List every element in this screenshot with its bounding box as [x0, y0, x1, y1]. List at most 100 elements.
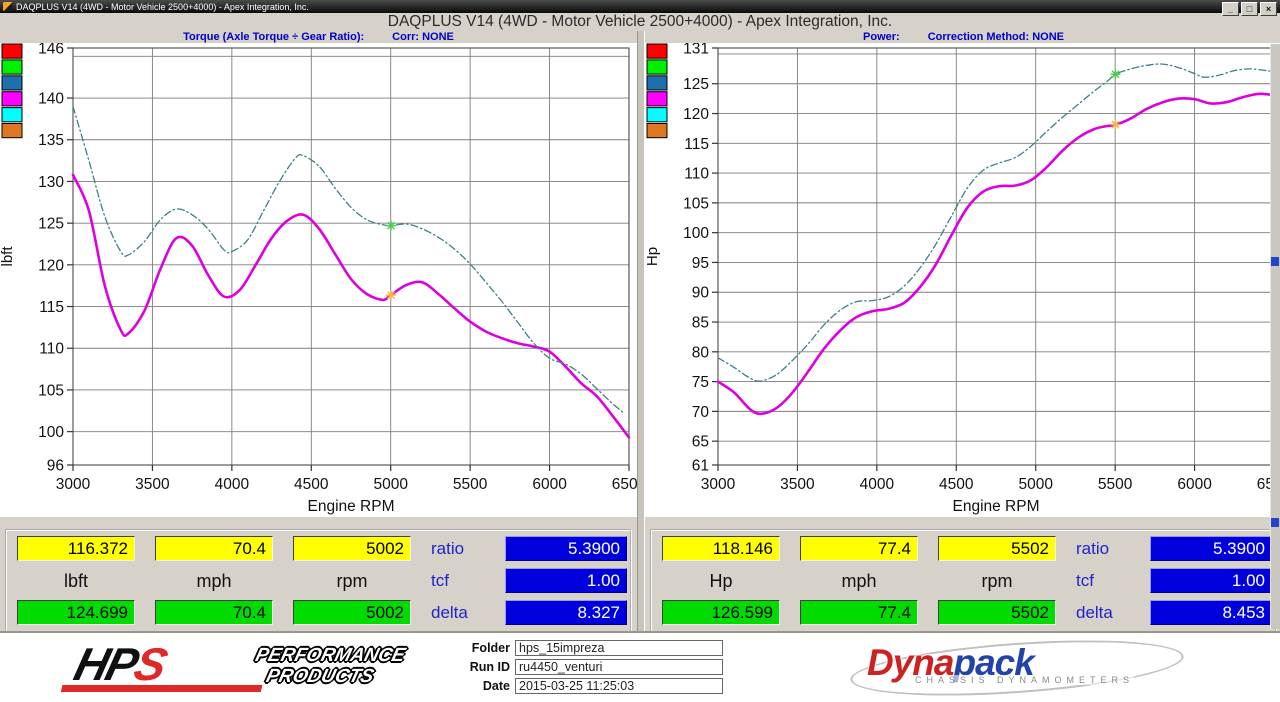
- run-info-fields: Folder Run ID Date: [440, 640, 723, 697]
- y-tick-label: 120: [38, 257, 64, 274]
- reference-value-box[interactable]: 126.599: [662, 600, 780, 625]
- cursor-marker: [1110, 120, 1120, 130]
- reference-value-box[interactable]: 5002: [293, 600, 411, 625]
- legend-swatch-6[interactable]: [647, 124, 667, 138]
- cursor-value-box[interactable]: 70.4: [155, 536, 273, 561]
- field-input-folder[interactable]: [515, 640, 723, 656]
- document-heading: DAQPLUS V14 (4WD - Motor Vehicle 2500+40…: [0, 13, 1280, 29]
- unit-label: rpm: [293, 571, 411, 592]
- y-axis-label: Hp: [645, 247, 661, 266]
- power-chart[interactable]: 1311251201151101051009590858075706561300…: [645, 43, 1280, 517]
- background-window-edge: [1270, 44, 1280, 629]
- stat-value-ratio[interactable]: 5.3900: [1150, 536, 1272, 561]
- field-input-date[interactable]: [515, 678, 723, 694]
- unit-label: lbft: [17, 571, 135, 592]
- reference-value-box[interactable]: 5502: [938, 600, 1056, 625]
- y-tick-label: 85: [692, 315, 709, 332]
- stat-label-tcf: tcf: [1076, 571, 1094, 591]
- reference-run-curve: [73, 106, 624, 413]
- y-tick-label: 70: [692, 404, 710, 421]
- x-tick-label: 3000: [56, 476, 91, 493]
- stat-value-tcf[interactable]: 1.00: [1150, 568, 1272, 593]
- x-tick-label: 4000: [215, 476, 250, 493]
- current-run-curve: [718, 94, 1274, 414]
- legend-swatch-5[interactable]: [647, 108, 667, 122]
- cursor-value-box[interactable]: 118.146: [662, 536, 780, 561]
- torque-panel: Torque (Axle Torque ÷ Gear Ratio): Corr:…: [0, 31, 637, 633]
- reference-value-box[interactable]: 70.4: [155, 600, 273, 625]
- y-tick-label: 115: [684, 136, 709, 153]
- stat-value-delta[interactable]: 8.327: [505, 600, 627, 625]
- y-tick-label: 110: [684, 166, 709, 183]
- legend-swatch-1[interactable]: [647, 44, 667, 58]
- minimize-button[interactable]: _: [1222, 2, 1239, 16]
- cursor-value-box[interactable]: 5002: [293, 536, 411, 561]
- x-tick-label: 4000: [860, 476, 895, 493]
- y-axis-label: lbft: [0, 246, 16, 267]
- restore-button[interactable]: □: [1241, 2, 1258, 16]
- y-tick-label: 131: [683, 43, 709, 58]
- x-tick-label: 6000: [532, 476, 567, 493]
- close-button[interactable]: ×: [1260, 2, 1277, 16]
- reference-value-box[interactable]: 124.699: [17, 600, 135, 625]
- reference-run-curve: [718, 64, 1274, 381]
- hps-logo: HPS PERFORMANCE PRODUCTS: [69, 641, 432, 693]
- stat-label-tcf: tcf: [431, 571, 449, 591]
- power-panel: Power: Correction Method: NONE 131125120…: [645, 31, 1280, 633]
- cursor-value-box[interactable]: 116.372: [17, 536, 135, 561]
- torque-chart[interactable]: 1461401351301251201151101051009630003500…: [0, 43, 637, 517]
- y-tick-label: 115: [39, 299, 64, 316]
- legend-swatch-5[interactable]: [2, 108, 22, 122]
- legend-swatch-6[interactable]: [2, 124, 22, 138]
- y-tick-label: 90: [692, 285, 710, 302]
- legend-swatch-2[interactable]: [2, 60, 22, 74]
- field-input-run-id[interactable]: [515, 659, 723, 675]
- panel-divider: [637, 31, 645, 633]
- hps-logo-swoosh: [61, 685, 263, 692]
- stat-label-delta: delta: [1076, 603, 1113, 623]
- x-tick-label: 3500: [780, 476, 815, 493]
- plot-border: [73, 48, 629, 465]
- unit-label: mph: [155, 571, 273, 592]
- x-tick-label: 6500: [612, 476, 637, 493]
- x-tick-label: 3500: [135, 476, 170, 493]
- legend-swatch-4[interactable]: [647, 92, 667, 106]
- legend-swatch-3[interactable]: [2, 76, 22, 90]
- y-tick-label: 105: [38, 382, 64, 399]
- stat-value-delta[interactable]: 8.453: [1150, 600, 1272, 625]
- legend-swatch-1[interactable]: [2, 44, 22, 58]
- y-tick-label: 125: [683, 76, 709, 93]
- plot-border: [718, 48, 1274, 465]
- x-tick-label: 5000: [373, 476, 408, 493]
- stat-label-ratio: ratio: [431, 539, 464, 559]
- field-label-date: Date: [440, 679, 510, 693]
- cursor-marker: [386, 221, 396, 231]
- chart-panels: Torque (Axle Torque ÷ Gear Ratio): Corr:…: [0, 31, 1280, 633]
- y-tick-label: 130: [38, 174, 64, 191]
- y-tick-label: 80: [692, 344, 710, 361]
- y-tick-label: 110: [39, 341, 64, 358]
- x-tick-label: 3000: [701, 476, 736, 493]
- field-label-folder: Folder: [440, 641, 510, 655]
- legend-swatch-2[interactable]: [647, 60, 667, 74]
- stat-label-ratio: ratio: [1076, 539, 1109, 559]
- y-tick-label: 96: [47, 458, 64, 475]
- x-axis-label: Engine RPM: [952, 498, 1039, 515]
- app-window: DAQPLUS V14 (4WD - Motor Vehicle 2500+40…: [0, 0, 1280, 702]
- cursor-value-box[interactable]: 77.4: [800, 536, 918, 561]
- app-icon: [3, 2, 12, 11]
- x-tick-label: 5500: [1098, 476, 1133, 493]
- power-correction-status: Correction Method: NONE: [928, 31, 1064, 43]
- x-axis-label: Engine RPM: [307, 498, 394, 515]
- stat-value-tcf[interactable]: 1.00: [505, 568, 627, 593]
- field-row: Run ID: [440, 659, 723, 675]
- footer-bar: HPS PERFORMANCE PRODUCTS Folder Run ID Dat…: [0, 631, 1280, 702]
- reference-value-box[interactable]: 77.4: [800, 600, 918, 625]
- legend-swatch-3[interactable]: [647, 76, 667, 90]
- torque-correction-status: Corr: NONE: [392, 31, 454, 43]
- torque-header-title: Torque (Axle Torque ÷ Gear Ratio):: [183, 31, 364, 43]
- cursor-value-box[interactable]: 5502: [938, 536, 1056, 561]
- stat-value-ratio[interactable]: 5.3900: [505, 536, 627, 561]
- legend-swatch-4[interactable]: [2, 92, 22, 106]
- power-subheader: Power: Correction Method: NONE: [645, 31, 1280, 43]
